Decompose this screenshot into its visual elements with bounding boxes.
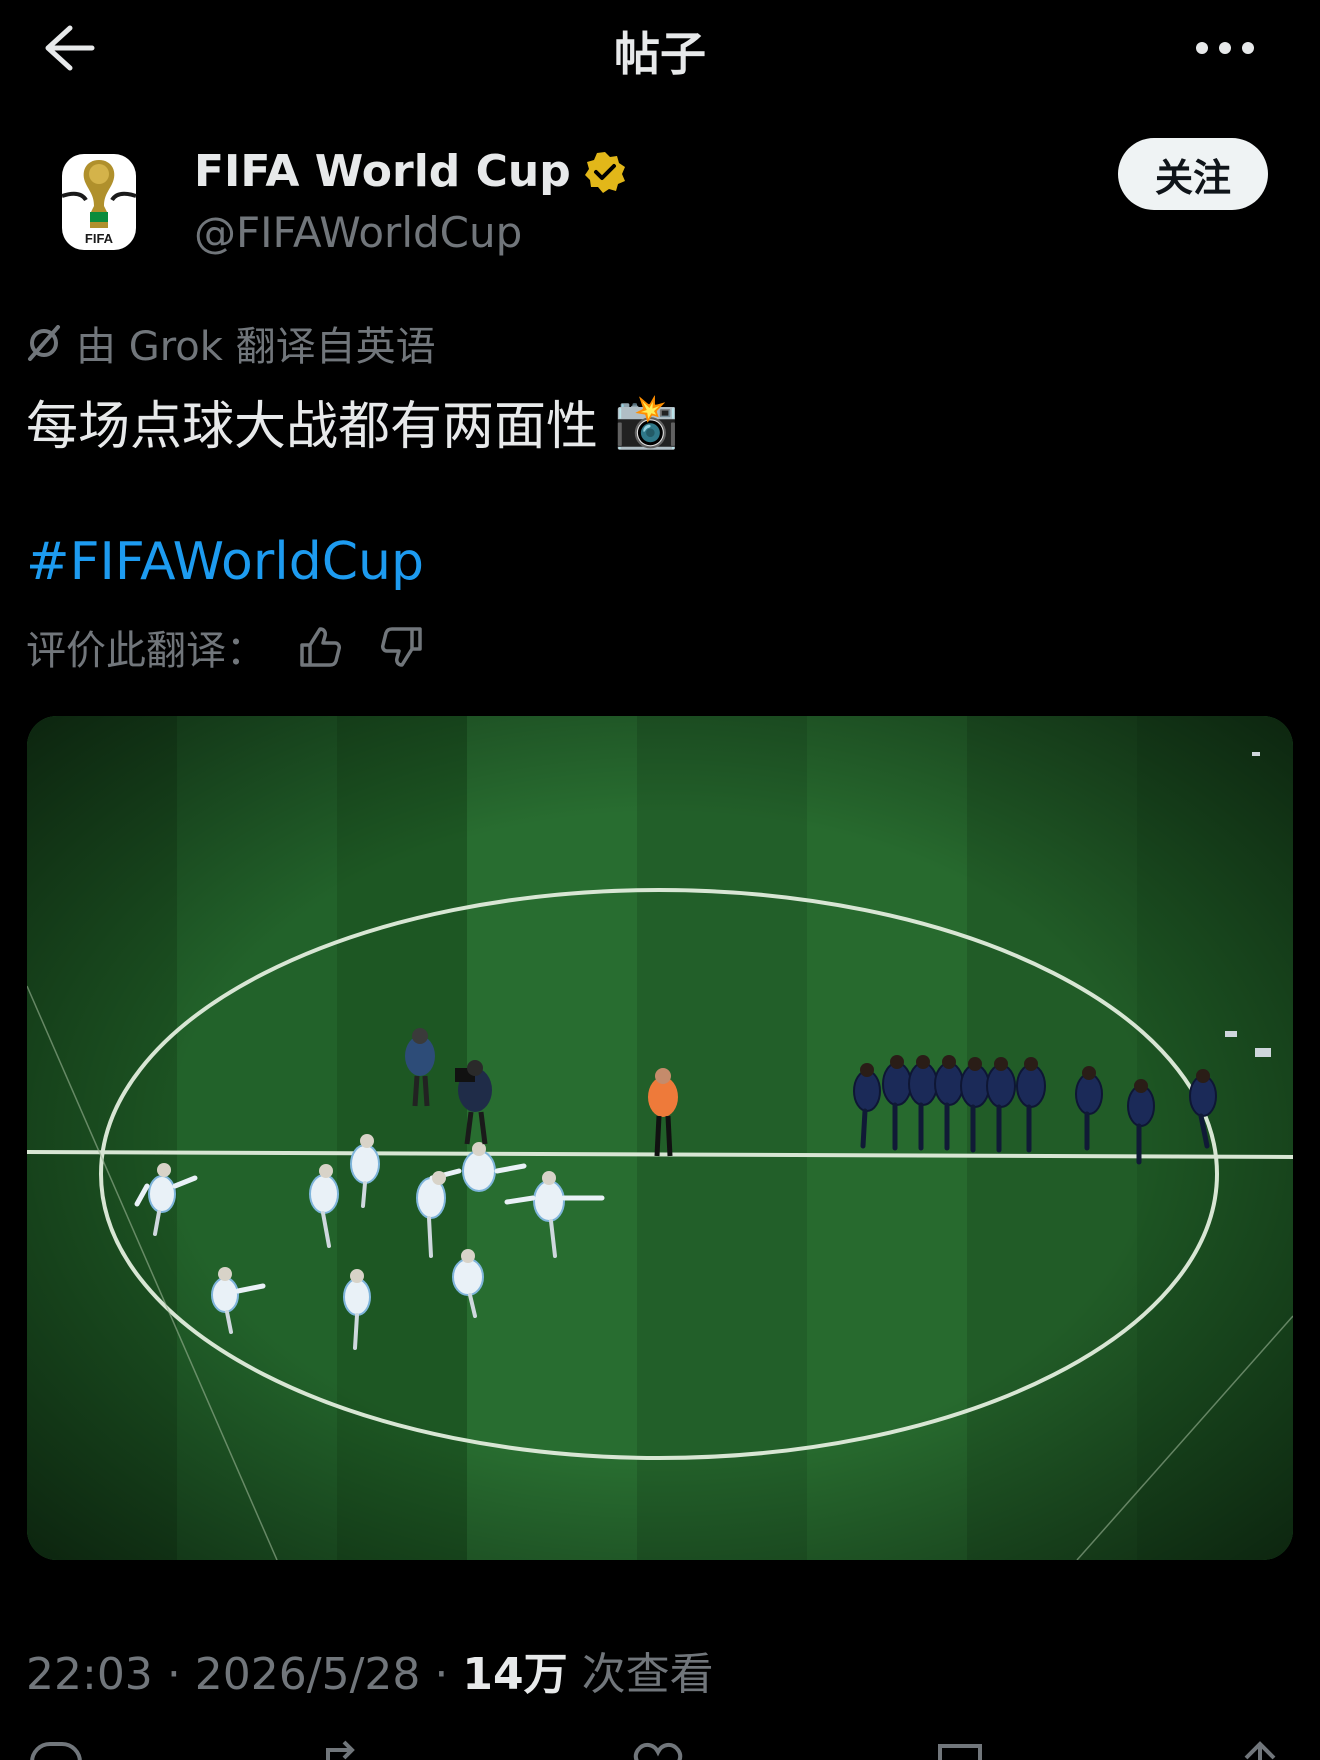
separator: · (166, 1649, 195, 1700)
post-date: 2026/5/28 (194, 1649, 421, 1700)
more-options-button[interactable] (1190, 30, 1260, 66)
separator: · (434, 1649, 463, 1700)
thumbs-down-icon[interactable] (378, 623, 426, 671)
thumbs-up-icon[interactable] (296, 623, 344, 671)
post-time: 22:03 (26, 1649, 153, 1700)
views-label: 次查看 (581, 1649, 714, 1700)
post-page: 帖子 FIFA FIFA World Cup @FIFAWorldCup 关注 … (0, 0, 1320, 1760)
repost-icon[interactable] (322, 1740, 382, 1760)
rate-translation-label: 评价此翻译： (26, 628, 266, 674)
hashtag-link[interactable]: #FIFAWorldCup (26, 532, 424, 592)
reply-icon[interactable] (26, 1740, 86, 1760)
author-handle[interactable]: @FIFAWorldCup (194, 208, 522, 257)
grok-icon (28, 325, 60, 361)
author-name[interactable]: FIFA World Cup (194, 146, 627, 197)
page-title: 帖子 (614, 27, 706, 81)
action-bar (0, 1740, 1320, 1760)
like-icon[interactable] (628, 1740, 688, 1760)
bookmark-icon[interactable] (930, 1740, 990, 1760)
post-image[interactable] (27, 716, 1293, 1560)
post-meta: 22:03 · 2026/5/28 · 14万 次查看 (26, 1638, 714, 1702)
fifa-world-cup-logo: FIFA (61, 154, 137, 250)
views-count[interactable]: 14万 (462, 1649, 567, 1700)
top-bar: 帖子 (0, 0, 1320, 96)
share-icon[interactable] (1230, 1740, 1290, 1760)
verified-badge-icon (584, 151, 625, 193)
camera-flash-emoji: 📸 (614, 392, 679, 452)
avatar[interactable]: FIFA (50, 140, 146, 260)
post-body: 每场点球大战都有两面性 (26, 397, 599, 457)
svg-text:FIFA: FIFA (85, 231, 114, 246)
penalty-shootout-photo (27, 716, 1293, 1560)
translation-note[interactable]: 由 Grok 翻译自英语 (26, 314, 436, 372)
rate-translation: 评价此翻译： (26, 618, 426, 676)
more-dots-icon (1196, 42, 1254, 54)
follow-button[interactable]: 关注 (1118, 138, 1268, 210)
author-name-text: FIFA World Cup (194, 146, 571, 197)
post-text: 每场点球大战都有两面性 📸 (26, 384, 679, 459)
translation-note-text: 由 Grok 翻译自英语 (76, 324, 436, 370)
